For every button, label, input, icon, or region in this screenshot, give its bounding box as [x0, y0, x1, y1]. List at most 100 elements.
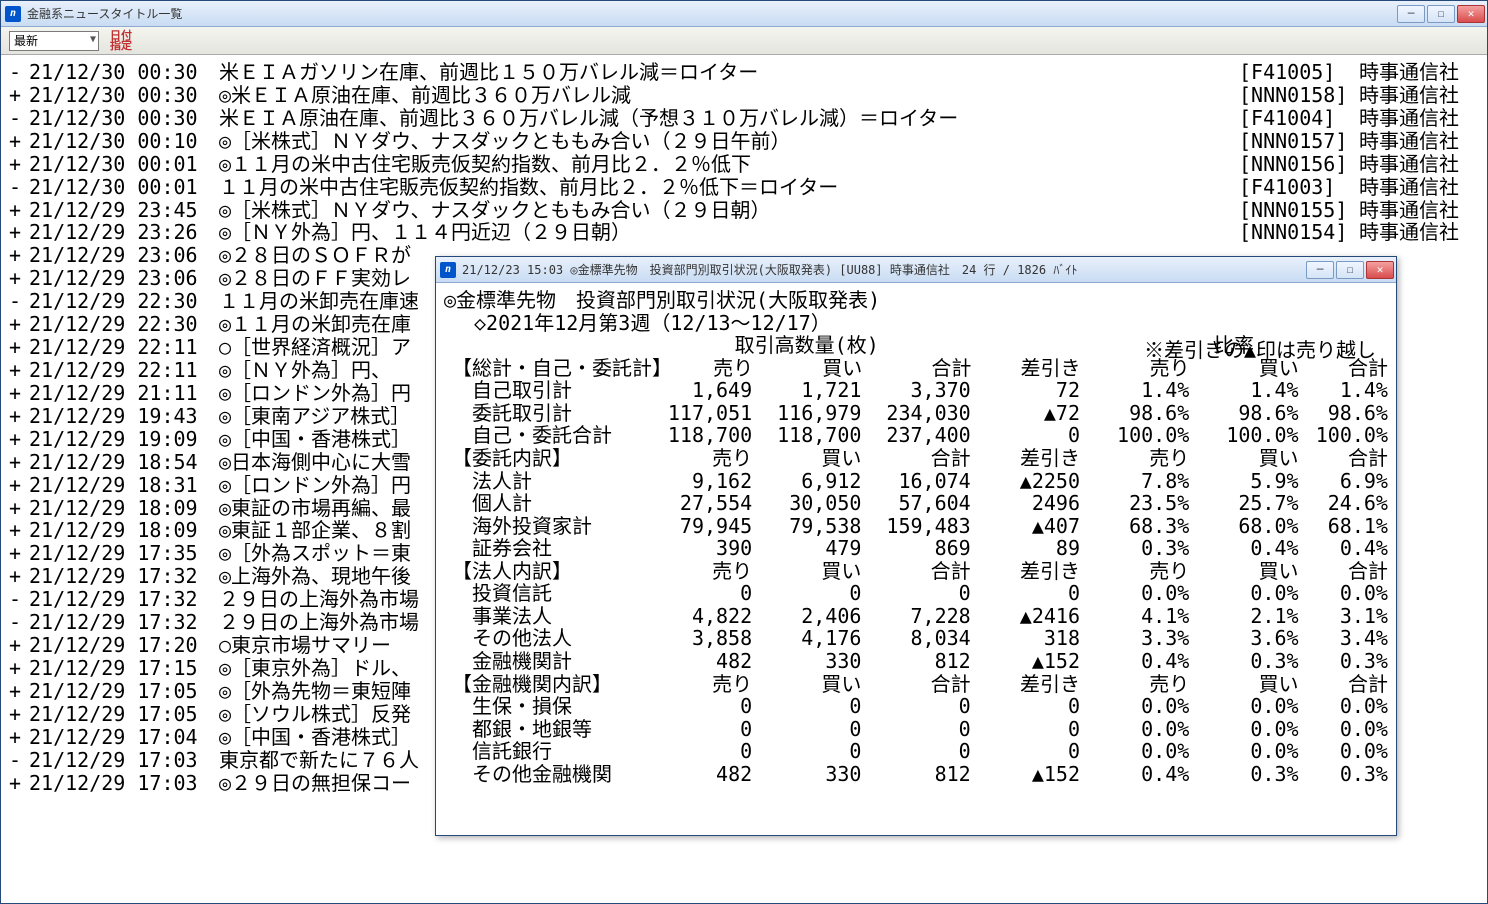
- news-datetime: 21/12/29 22:11: [29, 336, 219, 359]
- close-button[interactable]: ✕: [1366, 261, 1394, 279]
- detail-titlebar[interactable]: n 21/12/23 15:03 ◎金標準先物 投資部門別取引状況(大阪取発表)…: [436, 257, 1396, 283]
- minimize-button[interactable]: ─: [1306, 261, 1334, 279]
- expand-icon[interactable]: +: [9, 405, 29, 428]
- main-titlebar[interactable]: n 金融系ニュースタイトル一覧 ─ ☐ ✕: [1, 1, 1487, 27]
- expand-icon[interactable]: -: [9, 290, 29, 313]
- news-datetime: 21/12/29 18:09: [29, 519, 219, 542]
- expand-icon[interactable]: +: [9, 634, 29, 657]
- expand-icon[interactable]: -: [9, 176, 29, 199]
- data-row: 法人計9,1626,91216,074▲22507.8%5.9%6.9%: [444, 470, 1388, 493]
- expand-icon[interactable]: +: [9, 772, 29, 795]
- news-row[interactable]: +21/12/30 00:01◎１１月の米中古住宅販売仮契約指数、前月比２．２％…: [9, 153, 1479, 176]
- news-datetime: 21/12/29 17:32: [29, 588, 219, 611]
- news-row[interactable]: -21/12/30 00:30米ＥＩＡガソリン在庫、前週比１５０万バレル減＝ロイ…: [9, 61, 1479, 84]
- expand-icon[interactable]: +: [9, 497, 29, 520]
- row-label: 法人計: [444, 470, 643, 493]
- sort-dropdown[interactable]: 最新: [9, 31, 99, 51]
- news-row[interactable]: -21/12/30 00:01１１月の米中古住宅販売仮契約指数、前月比２．２％低…: [9, 176, 1479, 199]
- expand-icon[interactable]: +: [9, 359, 29, 382]
- buy-ratio: 0.3%: [1189, 763, 1298, 786]
- date-filter-button[interactable]: 日付指定: [107, 31, 135, 51]
- expand-icon[interactable]: -: [9, 611, 29, 634]
- data-row: 個人計27,55430,05057,604249623.5%25.7%24.6%: [444, 492, 1388, 515]
- expand-icon[interactable]: +: [9, 153, 29, 176]
- expand-icon[interactable]: +: [9, 382, 29, 405]
- buy-ratio: 0.0%: [1189, 582, 1298, 605]
- buy-ratio: 3.6%: [1189, 627, 1298, 650]
- news-datetime: 21/12/29 18:09: [29, 497, 219, 520]
- expand-icon[interactable]: +: [9, 428, 29, 451]
- report-title: ◎金標準先物 投資部門別取引状況(大阪取発表): [444, 289, 1388, 312]
- expand-icon[interactable]: +: [9, 519, 29, 542]
- data-row: 事業法人4,8222,4067,228▲24164.1%2.1%3.1%: [444, 605, 1388, 628]
- sell-ratio: 0.0%: [1080, 695, 1189, 718]
- sell-ratio: 0.4%: [1080, 763, 1189, 786]
- total-ratio: 98.6%: [1299, 402, 1388, 425]
- news-datetime: 21/12/30 00:30: [29, 84, 219, 107]
- expand-icon[interactable]: -: [9, 61, 29, 84]
- expand-icon[interactable]: +: [9, 130, 29, 153]
- expand-icon[interactable]: +: [9, 313, 29, 336]
- minimize-button[interactable]: ─: [1397, 5, 1425, 23]
- sell-ratio: 100.0%: [1080, 424, 1189, 447]
- buy-vol: 4,176: [752, 627, 861, 650]
- expand-icon[interactable]: +: [9, 657, 29, 680]
- expand-icon[interactable]: +: [9, 84, 29, 107]
- sell-vol: 117,051: [643, 402, 752, 425]
- expand-icon[interactable]: +: [9, 703, 29, 726]
- diff-vol: 0: [971, 695, 1080, 718]
- expand-icon[interactable]: -: [9, 107, 29, 130]
- expand-icon[interactable]: +: [9, 244, 29, 267]
- diff-vol: 2496: [971, 492, 1080, 515]
- news-code: [NNN0156]: [1239, 153, 1359, 176]
- buy-vol: 0: [752, 582, 861, 605]
- expand-icon[interactable]: +: [9, 451, 29, 474]
- expand-icon[interactable]: +: [9, 542, 29, 565]
- buy-vol: 116,979: [752, 402, 861, 425]
- expand-icon[interactable]: +: [9, 726, 29, 749]
- row-label: 事業法人: [444, 605, 643, 628]
- close-button[interactable]: ✕: [1457, 5, 1485, 23]
- buy-ratio: 0.3%: [1189, 650, 1298, 673]
- news-code: [NNN0157]: [1239, 130, 1359, 153]
- sell-vol: 4,822: [643, 605, 752, 628]
- expand-icon[interactable]: +: [9, 199, 29, 222]
- news-row[interactable]: +21/12/30 00:30◎米ＥＩＡ原油在庫、前週比３６０万バレル減[NNN…: [9, 84, 1479, 107]
- total-vol: 812: [861, 650, 970, 673]
- maximize-button[interactable]: ☐: [1336, 261, 1364, 279]
- data-row: 都銀・地銀等00000.0%0.0%0.0%: [444, 718, 1388, 741]
- expand-icon[interactable]: +: [9, 474, 29, 497]
- buy-ratio: 98.6%: [1189, 402, 1298, 425]
- news-row[interactable]: +21/12/29 23:45◎［米株式］ＮＹダウ、ナスダックとももみ合い（２９…: [9, 199, 1479, 222]
- news-datetime: 21/12/29 19:43: [29, 405, 219, 428]
- news-row[interactable]: +21/12/29 23:26◎［ＮＹ外為］円、１１４円近辺（２９日朝）[NNN…: [9, 221, 1479, 244]
- expand-icon[interactable]: +: [9, 336, 29, 359]
- detail-content[interactable]: ◎金標準先物 投資部門別取引状況(大阪取発表) ◇2021年12月第3週（12/…: [436, 283, 1396, 835]
- window-title: 金融系ニュースタイトル一覧: [27, 5, 1397, 22]
- sell-ratio: 23.5%: [1080, 492, 1189, 515]
- report-period: ◇2021年12月第3週（12/13～12/17）: [444, 312, 1388, 335]
- sell-ratio: 4.1%: [1080, 605, 1189, 628]
- expand-icon[interactable]: -: [9, 749, 29, 772]
- news-headline: ◎１１月の米中古住宅販売仮契約指数、前月比２．２％低下: [219, 153, 1239, 176]
- total-ratio: 0.3%: [1299, 763, 1388, 786]
- expand-icon[interactable]: +: [9, 267, 29, 290]
- section-label: 【金融機関内訳】: [444, 673, 643, 696]
- news-datetime: 21/12/30 00:30: [29, 61, 219, 84]
- buy-vol: 0: [752, 740, 861, 763]
- expand-icon[interactable]: +: [9, 680, 29, 703]
- expand-icon[interactable]: +: [9, 565, 29, 588]
- row-label: 生保・損保: [444, 695, 643, 718]
- news-datetime: 21/12/29 17:32: [29, 565, 219, 588]
- total-vol: 0: [861, 718, 970, 741]
- maximize-button[interactable]: ☐: [1427, 5, 1455, 23]
- news-headline: 米ＥＩＡ原油在庫、前週比３６０万バレル減（予想３１０万バレル減）＝ロイター: [219, 107, 1239, 130]
- expand-icon[interactable]: -: [9, 588, 29, 611]
- app-icon: n: [440, 262, 456, 278]
- news-row[interactable]: +21/12/30 00:10◎［米株式］ＮＹダウ、ナスダックとももみ合い（２９…: [9, 130, 1479, 153]
- total-vol: 237,400: [861, 424, 970, 447]
- expand-icon[interactable]: +: [9, 221, 29, 244]
- news-row[interactable]: -21/12/30 00:30米ＥＩＡ原油在庫、前週比３６０万バレル減（予想３１…: [9, 107, 1479, 130]
- news-headline: 米ＥＩＡガソリン在庫、前週比１５０万バレル減＝ロイター: [219, 61, 1239, 84]
- sell-ratio: 0.0%: [1080, 718, 1189, 741]
